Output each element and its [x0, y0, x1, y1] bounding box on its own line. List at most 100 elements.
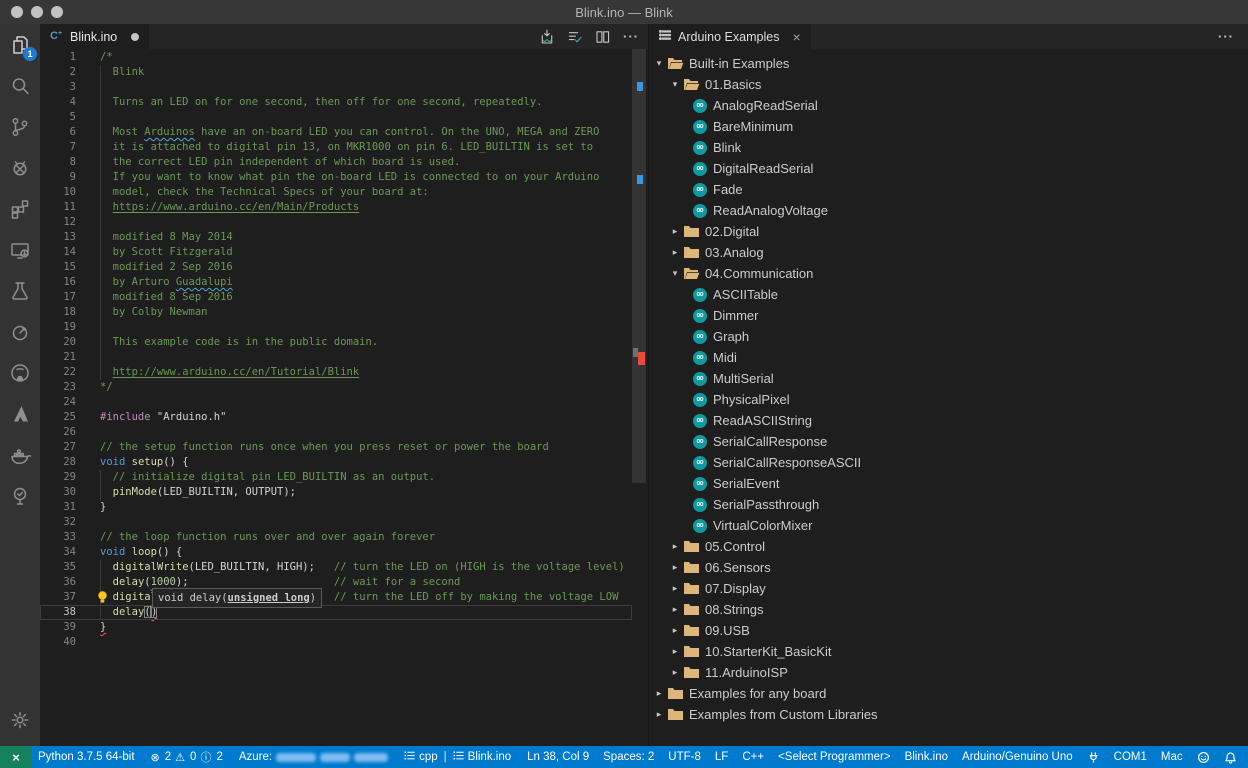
extensions-icon[interactable]	[0, 188, 40, 229]
chevron-right-icon[interactable]: ▸	[669, 662, 681, 683]
eol[interactable]: LF	[715, 751, 728, 763]
cursor-position[interactable]: Ln 38, Col 9	[527, 751, 589, 763]
line-number[interactable]: 39	[40, 620, 76, 635]
code-line-37[interactable]: 37 digitalWrite(LED_BUILTIN, LOW); // tu…	[40, 590, 632, 605]
tree-item-serialpassthrough[interactable]: ∞SerialPassthrough	[649, 494, 1248, 515]
tree-item-dimmer[interactable]: ∞Dimmer	[649, 305, 1248, 326]
line-number[interactable]: 25	[40, 410, 76, 425]
serial-port[interactable]: COM1	[1114, 751, 1147, 763]
more-actions-button[interactable]: ···	[1218, 24, 1234, 49]
line-number[interactable]: 4	[40, 95, 76, 110]
tree-item-11-arduinoisp[interactable]: ▸11.ArduinoISP	[649, 662, 1248, 683]
select-programmer[interactable]: <Select Programmer>	[778, 751, 891, 763]
chevron-right-icon[interactable]: ▸	[669, 242, 681, 263]
os-indicator[interactable]: Mac	[1161, 751, 1183, 763]
tree-item-serialcallresponseascii[interactable]: ∞SerialCallResponseASCII	[649, 452, 1248, 473]
line-number[interactable]: 31	[40, 500, 76, 515]
code-line-7[interactable]: 7 it is attached to digital pin 13, on M…	[40, 140, 632, 155]
tree-item-analogreadserial[interactable]: ∞AnalogReadSerial	[649, 95, 1248, 116]
line-number[interactable]: 24	[40, 395, 76, 410]
tree-item-examples-from-custom-libraries[interactable]: ▸Examples from Custom Libraries	[649, 704, 1248, 725]
test-beaker-icon[interactable]	[0, 270, 40, 311]
board-name[interactable]: Arduino/Genuino Uno	[962, 751, 1073, 763]
line-number[interactable]: 40	[40, 635, 76, 650]
line-number[interactable]: 3	[40, 80, 76, 95]
remote-indicator[interactable]: ×	[0, 746, 32, 768]
line-number[interactable]: 37	[40, 590, 76, 605]
tree-item-digitalreadserial[interactable]: ∞DigitalReadSerial	[649, 158, 1248, 179]
explorer-icon[interactable]: 1	[0, 24, 40, 65]
code-line-22[interactable]: 22 http://www.arduino.cc/en/Tutorial/Bli…	[40, 365, 632, 380]
zoom-window-button[interactable]	[51, 6, 63, 18]
chevron-right-icon[interactable]: ▸	[669, 536, 681, 557]
code-line-30[interactable]: 30 pinMode(LED_BUILTIN, OUTPUT);	[40, 485, 632, 500]
line-number[interactable]: 1	[40, 50, 76, 65]
tree-item-fade[interactable]: ∞Fade	[649, 179, 1248, 200]
code-line-20[interactable]: 20 This example code is in the public do…	[40, 335, 632, 350]
line-number[interactable]: 38	[40, 605, 76, 620]
code-line-19[interactable]: 19	[40, 320, 632, 335]
debug-icon[interactable]	[0, 147, 40, 188]
chevron-right-icon[interactable]: ▸	[669, 620, 681, 641]
code-line-8[interactable]: 8 the correct LED pin independent of whi…	[40, 155, 632, 170]
code-line-24[interactable]: 24	[40, 395, 632, 410]
line-number[interactable]: 32	[40, 515, 76, 530]
code-line-10[interactable]: 10 model, check the Technical Specs of y…	[40, 185, 632, 200]
line-number[interactable]: 7	[40, 140, 76, 155]
docker-icon[interactable]	[0, 434, 40, 475]
tree-item-10-starterkit-basickit[interactable]: ▸10.StarterKit_BasicKit	[649, 641, 1248, 662]
code-line-5[interactable]: 5	[40, 110, 632, 125]
code-line-38[interactable]: 38 delay()	[40, 605, 632, 620]
line-number[interactable]: 30	[40, 485, 76, 500]
code-line-35[interactable]: 35 digitalWrite(LED_BUILTIN, HIGH); // t…	[40, 560, 632, 575]
tree-item-readasciistring[interactable]: ∞ReadASCIIString	[649, 410, 1248, 431]
line-number[interactable]: 8	[40, 155, 76, 170]
tree-item-04-communication[interactable]: ▾04.Communication	[649, 263, 1248, 284]
code-line-2[interactable]: 2 Blink	[40, 65, 632, 80]
tree-item-serialcallresponse[interactable]: ∞SerialCallResponse	[649, 431, 1248, 452]
tree-item-multiserial[interactable]: ∞MultiSerial	[649, 368, 1248, 389]
chevron-right-icon[interactable]: ▸	[669, 578, 681, 599]
line-number[interactable]: 15	[40, 260, 76, 275]
tree-item-readanalogvoltage[interactable]: ∞ReadAnalogVoltage	[649, 200, 1248, 221]
chevron-down-icon[interactable]: ▾	[669, 74, 681, 95]
line-number[interactable]: 28	[40, 455, 76, 470]
minimize-window-button[interactable]	[31, 6, 43, 18]
line-number[interactable]: 2	[40, 65, 76, 80]
chevron-right-icon[interactable]: ▸	[669, 599, 681, 620]
code-line-26[interactable]: 26	[40, 425, 632, 440]
line-number[interactable]: 33	[40, 530, 76, 545]
code-line-16[interactable]: 16 by Arturo Guadalupi	[40, 275, 632, 290]
code-line-39[interactable]: 39}	[40, 620, 632, 635]
test-tree-icon[interactable]	[0, 475, 40, 516]
code-line-34[interactable]: 34void loop() {	[40, 545, 632, 560]
lightbulb-icon[interactable]	[96, 590, 109, 604]
verify-button[interactable]	[564, 26, 586, 47]
tree-item-06-sensors[interactable]: ▸06.Sensors	[649, 557, 1248, 578]
line-number[interactable]: 19	[40, 320, 76, 335]
code-line-29[interactable]: 29 // initialize digital pin LED_BUILTIN…	[40, 470, 632, 485]
code-line-27[interactable]: 27// the setup function runs once when y…	[40, 440, 632, 455]
tree-item-08-strings[interactable]: ▸08.Strings	[649, 599, 1248, 620]
tree-item-02-digital[interactable]: ▸02.Digital	[649, 221, 1248, 242]
chevron-right-icon[interactable]: ▸	[669, 641, 681, 662]
tree-item-virtualcolormixer[interactable]: ∞VirtualColorMixer	[649, 515, 1248, 536]
line-number[interactable]: 10	[40, 185, 76, 200]
azure-account[interactable]: Azure:	[239, 751, 388, 763]
code-line-4[interactable]: 4 Turns an LED on for one second, then o…	[40, 95, 632, 110]
code-line-21[interactable]: 21	[40, 350, 632, 365]
code-line-17[interactable]: 17 modified 8 Sep 2016	[40, 290, 632, 305]
line-number[interactable]: 11	[40, 200, 76, 215]
problems-indicator[interactable]: ⊗2 ⚠0 ⓘ2	[151, 749, 223, 765]
search-icon[interactable]	[0, 65, 40, 106]
feedback-smiley[interactable]	[1197, 751, 1210, 764]
sketch-name[interactable]: Blink.ino	[905, 751, 948, 763]
python-interpreter[interactable]: Python 3.7.5 64-bit	[38, 751, 135, 763]
code-line-28[interactable]: 28void setup() {	[40, 455, 632, 470]
line-number[interactable]: 20	[40, 335, 76, 350]
split-editor-button[interactable]	[592, 26, 614, 47]
line-number[interactable]: 16	[40, 275, 76, 290]
tree-item-01-basics[interactable]: ▾01.Basics	[649, 74, 1248, 95]
code-line-33[interactable]: 33// the loop function runs over and ove…	[40, 530, 632, 545]
code-line-18[interactable]: 18 by Colby Newman	[40, 305, 632, 320]
